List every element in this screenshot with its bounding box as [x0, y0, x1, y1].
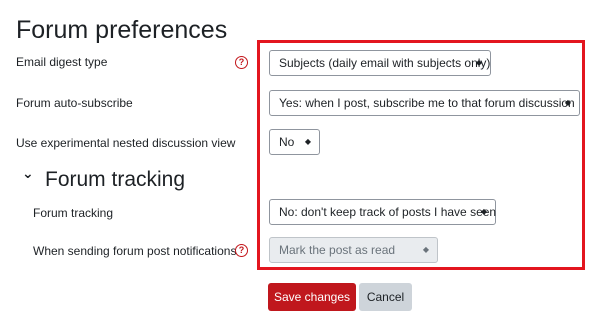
forum-tracking-heading: Forum tracking	[45, 168, 186, 191]
forum-tracking-toggle[interactable]: ⌄	[22, 165, 34, 183]
auto-subscribe-label: Forum auto-subscribe	[16, 96, 133, 110]
highlight-box	[257, 40, 585, 270]
chevron-down-icon: ⌄	[22, 165, 34, 181]
question-circle-icon[interactable]: ?	[235, 244, 248, 257]
question-circle-icon[interactable]: ?	[235, 56, 248, 69]
cancel-button[interactable]: Cancel	[359, 283, 412, 311]
nested-view-label: Use experimental nested discussion view	[16, 136, 236, 150]
save-changes-button[interactable]: Save changes	[268, 283, 356, 311]
notifications-label: When sending forum post notifications	[33, 244, 237, 258]
forum-tracking-label: Forum tracking	[33, 206, 114, 220]
email-digest-label: Email digest type	[16, 55, 108, 69]
page-title: Forum preferences	[16, 16, 228, 44]
